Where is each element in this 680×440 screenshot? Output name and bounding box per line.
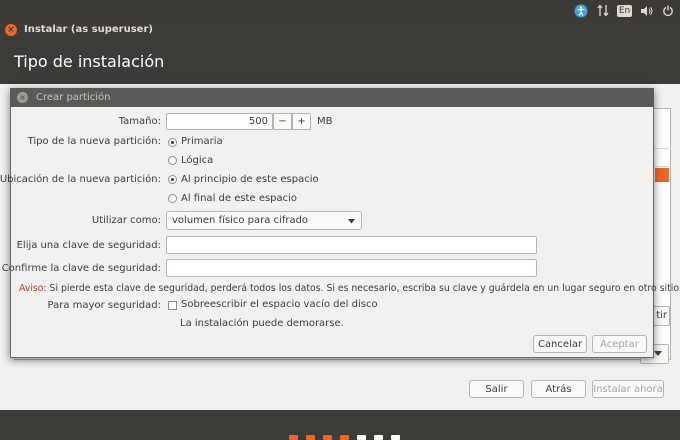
use-as-value: volumen físico para cifrado	[172, 215, 309, 226]
warning-message: Si pierde esta clave de seguridad, perde…	[49, 283, 680, 294]
progress-dot	[340, 435, 349, 440]
page-title: Tipo de instalación	[14, 52, 165, 71]
confirm-key-input[interactable]	[166, 259, 537, 277]
progress-dot	[391, 435, 400, 440]
radio-end[interactable]	[168, 194, 177, 203]
size-label: Tamaño:	[118, 116, 161, 127]
plus-icon: +	[297, 116, 306, 127]
cancel-button[interactable]: Cancelar	[533, 335, 587, 353]
partition-type-label: Tipo de la nueva partición:	[27, 136, 161, 147]
back-button-label: Atrás	[545, 384, 572, 395]
partition-row-selected[interactable]	[655, 168, 669, 182]
warning-prefix: Aviso:	[19, 283, 47, 294]
quit-button-label: Salir	[485, 384, 508, 395]
size-increment-button[interactable]: +	[292, 113, 311, 130]
quit-button[interactable]: Salir	[469, 380, 524, 398]
progress-dot	[306, 435, 315, 440]
accessibility-icon[interactable]	[573, 3, 589, 18]
security-key-input[interactable]	[166, 236, 537, 254]
cancel-button-label: Cancelar	[537, 339, 583, 350]
radio-beginning-label: Al principio de este espacio	[181, 174, 319, 185]
size-unit: MB	[317, 116, 333, 127]
radio-logical[interactable]	[168, 156, 177, 165]
radio-end-label: Al final de este espacio	[181, 193, 298, 204]
accept-button-label: Aceptar	[600, 339, 639, 350]
radio-beginning[interactable]	[168, 175, 177, 184]
accept-button[interactable]: Aceptar	[592, 335, 647, 353]
overwrite-note: La instalación puede demorarse.	[180, 318, 344, 329]
security-key-label: Elija una clave de seguridad:	[16, 240, 161, 251]
partition-row[interactable]	[655, 150, 669, 167]
install-now-button[interactable]: Instalar ahora	[592, 380, 664, 398]
size-value: 500	[248, 116, 268, 127]
dialog-close-icon[interactable]: ×	[17, 92, 28, 103]
keyboard-layout-label: En	[616, 4, 633, 17]
back-button[interactable]: Atrás	[531, 380, 586, 398]
radio-primary-label: Primaria	[181, 136, 223, 147]
power-icon[interactable]	[661, 3, 675, 18]
partial-hidden-button-label: tir	[656, 310, 667, 321]
overwrite-checkbox-label: Sobreescribir el espacio vacío del disco	[181, 299, 378, 310]
warning-text: Aviso: Si pierde esta clave de seguridad…	[19, 283, 680, 294]
progress-dot	[289, 435, 298, 440]
radio-logical-label: Lógica	[181, 155, 214, 166]
use-as-dropdown[interactable]: volumen físico para cifrado	[166, 211, 362, 230]
minus-icon: −	[278, 116, 287, 127]
window-title: Instalar (as superuser)	[24, 24, 153, 35]
dialog-title: Crear partición	[36, 92, 111, 103]
extra-security-label: Para mayor seguridad:	[47, 300, 161, 311]
size-input[interactable]: 500	[166, 113, 273, 130]
size-decrement-button[interactable]: −	[273, 113, 292, 130]
overwrite-checkbox[interactable]	[168, 301, 177, 310]
progress-dot	[357, 435, 366, 440]
partition-location-label: Ubicación de la nueva partición:	[0, 174, 161, 185]
network-arrows-icon[interactable]	[596, 3, 610, 18]
volume-icon[interactable]	[639, 3, 655, 18]
chevron-down-icon	[348, 219, 355, 224]
radio-primary[interactable]	[168, 138, 177, 147]
progress-dot	[374, 435, 383, 440]
window-close-icon[interactable]: ×	[5, 24, 17, 36]
install-now-button-label: Instalar ahora	[593, 384, 663, 395]
partition-row[interactable]	[655, 132, 669, 149]
chevron-down-icon	[654, 351, 662, 356]
keyboard-layout-indicator[interactable]: En	[616, 3, 633, 18]
confirm-key-label: Confirme la clave de seguridad:	[1, 263, 161, 274]
progress-dot	[323, 435, 332, 440]
use-as-label: Utilizar como:	[91, 215, 161, 226]
